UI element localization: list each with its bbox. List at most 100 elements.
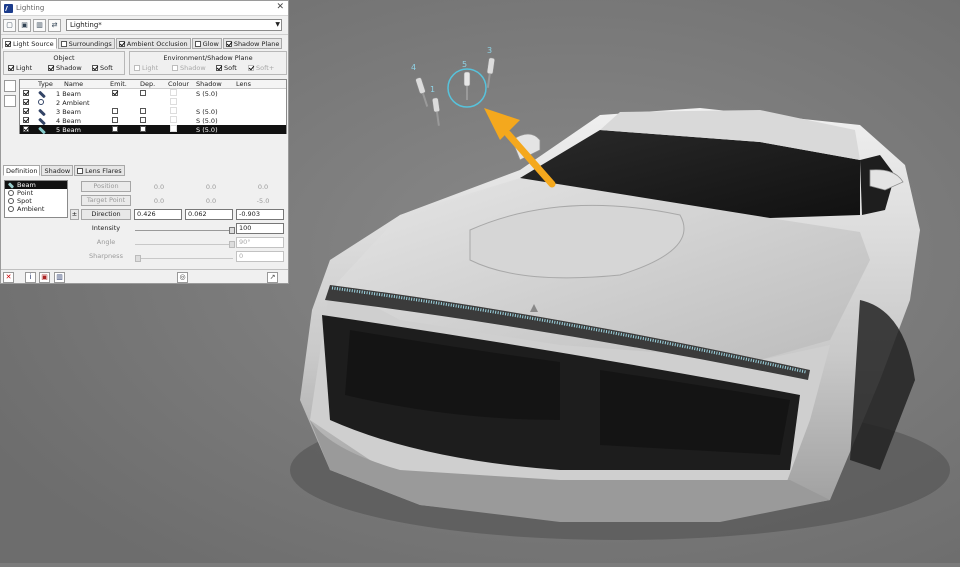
copy-icon[interactable]: ▥ [33, 18, 46, 32]
position-z: 0.0 [257, 183, 269, 191]
col-dep[interactable]: Dep. [140, 80, 155, 88]
intensity-slider[interactable] [135, 227, 235, 234]
sharpness-slider[interactable] [135, 255, 233, 262]
dep-checkbox[interactable] [140, 116, 146, 123]
col-shadow[interactable]: Shadow [196, 80, 222, 88]
col-type[interactable]: Type [38, 80, 53, 88]
type-ambient[interactable]: Ambient [5, 205, 67, 213]
dep-checkbox[interactable] [140, 125, 146, 132]
render-icon[interactable]: ▥ [54, 272, 65, 283]
checkbox[interactable] [172, 65, 178, 71]
emit-checkbox[interactable] [112, 125, 118, 132]
lens-flares-checkbox[interactable] [77, 167, 84, 174]
delete-icon[interactable]: ✕ [3, 272, 14, 283]
checkbox[interactable] [216, 65, 222, 71]
light-type-list[interactable]: Beam Point Spot Ambient [4, 180, 68, 218]
checkbox[interactable] [248, 65, 254, 71]
type-spot[interactable]: Spot [5, 197, 67, 205]
tab-lens-flares[interactable]: Lens Flares [74, 165, 125, 176]
pick-light-icon[interactable]: ↗ [267, 272, 278, 283]
tab-ambient-occlusion-checkbox[interactable] [118, 40, 125, 47]
colour-swatch[interactable] [170, 107, 177, 114]
direction-y-input[interactable]: 0.062 [185, 209, 233, 220]
emit-checkbox[interactable] [112, 116, 118, 123]
preset-icon[interactable]: ⇄ [48, 18, 61, 32]
colour-swatch[interactable] [170, 125, 177, 132]
tab-shadow[interactable]: Shadow [41, 165, 74, 176]
tab-glow-checkbox[interactable] [194, 40, 201, 47]
position-button[interactable]: Position [81, 181, 131, 192]
table-row[interactable]: 2 Ambient [20, 98, 286, 107]
tab-surroundings[interactable]: Surroundings [57, 38, 115, 49]
tab-shadow-plane-checkbox[interactable] [225, 40, 232, 47]
add-light-button[interactable] [4, 80, 16, 92]
object-light-option[interactable]: Light [8, 64, 32, 72]
tab-glow[interactable]: Glow [191, 38, 222, 49]
preset-dropdown[interactable]: Lighting* ▼ [66, 19, 282, 31]
emit-checkbox[interactable] [112, 89, 118, 96]
camera-icon[interactable]: ▣ [39, 272, 50, 283]
colour-swatch[interactable] [170, 98, 177, 105]
title-bar[interactable]: Lighting ✕ [1, 1, 288, 16]
type-point[interactable]: Point [5, 189, 67, 197]
intensity-input[interactable]: 100 [236, 223, 284, 234]
tab-ambient-occlusion[interactable]: Ambient Occlusion [115, 38, 191, 49]
angle-slider[interactable] [135, 241, 235, 248]
new-icon[interactable]: ▢ [3, 18, 16, 32]
col-lens[interactable]: Lens [236, 80, 251, 88]
row-enable-checkbox[interactable] [23, 89, 29, 96]
direction-x-input[interactable]: 0.426 [134, 209, 182, 220]
sharpness-input[interactable]: 0 [236, 251, 284, 262]
direction-sign-button[interactable]: ± [70, 209, 79, 220]
row-enable-checkbox[interactable] [23, 116, 29, 123]
tab-light-source[interactable]: Light Source [2, 38, 57, 49]
row-enable-checkbox[interactable] [23, 98, 29, 105]
object-soft-option[interactable]: Soft [92, 64, 113, 72]
view-light-icon[interactable] [4, 95, 16, 107]
env-soft-option[interactable]: Soft [216, 64, 237, 72]
target-icon[interactable]: ◎ [177, 272, 188, 283]
slider-thumb[interactable] [229, 227, 235, 234]
table-row[interactable]: 1 Beam S (5.0) [20, 89, 286, 98]
env-soft-plus-option[interactable]: Soft+ [248, 64, 274, 72]
env-light-option[interactable]: Light [134, 64, 158, 72]
row-enable-checkbox[interactable] [23, 125, 29, 132]
close-icon[interactable]: ✕ [276, 2, 284, 12]
bottom-toolbar: ✕ i ▣ ▥ ◎ ↗ [1, 269, 288, 285]
target-point-button[interactable]: Target Point [81, 195, 131, 206]
light-table[interactable]: Type Name Emit. Dep. Colour Shadow Lens … [19, 79, 287, 134]
light-label-4: 4 [411, 63, 416, 72]
row-enable-checkbox[interactable] [23, 107, 29, 114]
col-name[interactable]: Name [64, 80, 83, 88]
object-group: Object Light Shadow Soft [3, 51, 125, 75]
checkbox[interactable] [8, 65, 14, 71]
checkbox[interactable] [48, 65, 54, 71]
tab-definition[interactable]: Definition [3, 165, 41, 176]
slider-thumb[interactable] [229, 241, 235, 248]
tab-surroundings-checkbox[interactable] [60, 40, 67, 47]
slider-thumb[interactable] [135, 255, 141, 262]
col-emit[interactable]: Emit. [110, 80, 127, 88]
table-row[interactable]: 3 Beam S (5.0) [20, 107, 286, 116]
col-colour[interactable]: Colour [168, 80, 189, 88]
emit-checkbox[interactable] [112, 107, 118, 114]
info-icon[interactable]: i [25, 272, 36, 283]
tab-light-source-checkbox[interactable] [5, 40, 11, 47]
type-beam[interactable]: Beam [5, 181, 67, 189]
dep-checkbox[interactable] [140, 89, 146, 96]
colour-swatch[interactable] [170, 116, 177, 123]
colour-swatch[interactable] [170, 89, 177, 96]
direction-z-input[interactable]: -0.903 [236, 209, 284, 220]
tab-label: Light Source [13, 39, 54, 48]
tab-shadow-plane[interactable]: Shadow Plane [222, 38, 283, 49]
save-icon[interactable]: ▣ [18, 18, 31, 32]
angle-input[interactable]: 90° [236, 237, 284, 248]
checkbox[interactable] [92, 65, 98, 71]
dep-checkbox[interactable] [140, 107, 146, 114]
table-row[interactable]: 4 Beam S (5.0) [20, 116, 286, 125]
env-shadow-option[interactable]: Shadow [172, 64, 206, 72]
table-row-selected[interactable]: 5 Beam S (5.0) [20, 125, 286, 134]
direction-button[interactable]: Direction [81, 209, 131, 220]
object-shadow-option[interactable]: Shadow [48, 64, 82, 72]
checkbox[interactable] [134, 65, 140, 71]
